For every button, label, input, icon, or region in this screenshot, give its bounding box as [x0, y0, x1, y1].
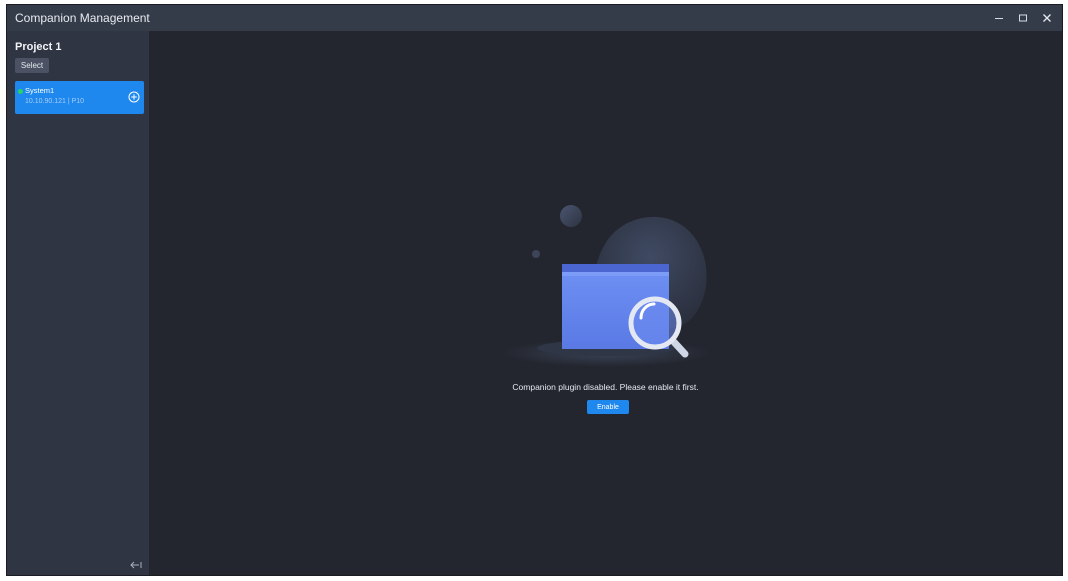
maximize-icon [1019, 14, 1027, 22]
maximize-button[interactable] [1012, 8, 1034, 28]
collapse-left-icon[interactable] [129, 559, 143, 571]
minimize-button[interactable] [988, 8, 1010, 28]
system-name: System1 [25, 86, 55, 95]
folder-search-illustration [502, 205, 712, 367]
enable-button[interactable]: Enable [587, 400, 629, 414]
minimize-icon [995, 18, 1003, 19]
main-panel: Companion plugin disabled. Please enable… [149, 31, 1062, 575]
close-icon [1043, 14, 1051, 22]
app-window: Companion Management Project 1 Select Sy… [6, 4, 1063, 576]
add-circle-icon[interactable] [128, 91, 140, 103]
window-title: Companion Management [15, 11, 150, 25]
select-button[interactable]: Select [15, 58, 49, 73]
status-online-dot [18, 89, 23, 94]
empty-state-message: Companion plugin disabled. Please enable… [512, 382, 699, 392]
project-name: Project 1 [15, 41, 62, 53]
close-button[interactable] [1036, 8, 1058, 28]
title-bar[interactable]: Companion Management [7, 5, 1062, 31]
system-card[interactable]: System1 10.10.90.121 | P10 [15, 81, 144, 114]
sidebar: Project 1 Select System1 10.10.90.121 | … [7, 31, 149, 575]
system-meta: 10.10.90.121 | P10 [25, 98, 85, 105]
